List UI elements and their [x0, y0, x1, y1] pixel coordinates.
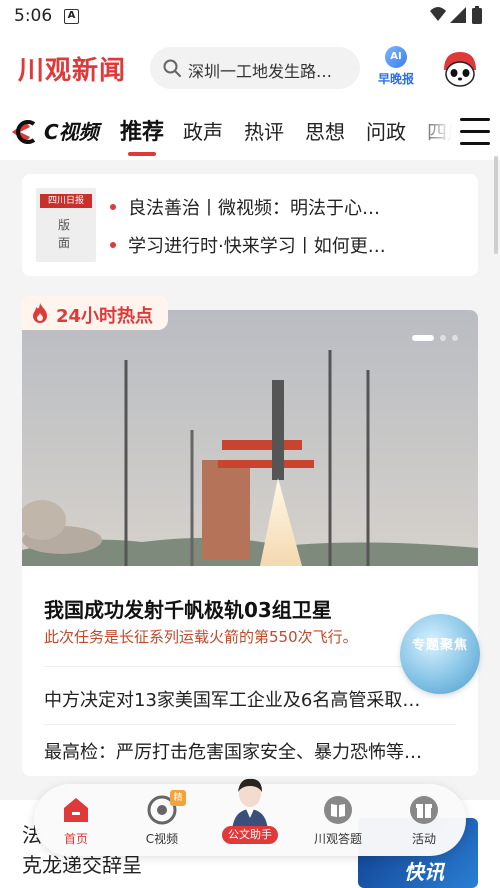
gift-icon [410, 796, 438, 824]
edition-headline-1[interactable]: 良法善治丨微视频：明法于心… [110, 194, 466, 220]
flame-icon [33, 303, 47, 323]
divider [44, 724, 456, 725]
quiz-book-icon [324, 796, 352, 824]
nav-c-video-label: C视频 [145, 832, 179, 846]
assistant-avatar-icon [232, 778, 268, 830]
channel-tabs: C视频 推荐 政声 热评 思想 问政 四川 [0, 104, 500, 160]
tab-fade [412, 104, 452, 160]
app-header: 川观新闻 深圳一工地发生路… AI 早晚报 [0, 34, 500, 104]
home-icon [64, 798, 88, 822]
active-tab-indicator [128, 152, 156, 156]
user-avatar[interactable] [440, 48, 480, 88]
bullet-dot-icon [110, 204, 116, 210]
edition-headline-2[interactable]: 学习进行时·快来学习丨如何更… [110, 232, 466, 258]
notification-a-icon: A [64, 9, 79, 24]
c-video-label: C视频 [44, 120, 99, 144]
newspaper-masthead: 四川日报 [40, 194, 92, 208]
ai-badge-icon: AI [385, 46, 407, 68]
newspaper-sub: 版面 [58, 218, 71, 250]
bottom-navigation: 首页 精 C视频 公文助手 川观答题 活动 [34, 778, 466, 856]
hot-24h-label: 24小时热点 [56, 306, 154, 327]
bullet-dot-icon [110, 242, 116, 248]
search-placeholder: 深圳一工地发生路… [188, 62, 333, 81]
status-icons [430, 6, 482, 24]
nav-activity-label: 活动 [411, 832, 436, 846]
menu-icon [460, 118, 490, 121]
newspaper-thumbnail[interactable]: 四川日报 版面 [36, 188, 96, 262]
search-icon [163, 59, 181, 77]
search-bar[interactable]: 深圳一工地发生路… [150, 47, 360, 89]
nav-home[interactable]: 首页 [40, 792, 112, 850]
ai-label: 早晚报 [377, 72, 414, 86]
scrollbar[interactable] [494, 156, 498, 254]
divider [44, 666, 456, 667]
wifi-icon [430, 7, 446, 21]
status-time: 5:06 [14, 6, 53, 26]
hot-news-card: 我国成功发射千帆极轨03组卫星 此次任务是长征系列运载火箭的第550次飞行。 中… [22, 310, 478, 776]
newspaper-edition-card[interactable]: 四川日报 版面 良法善治丨微视频：明法于心… 学习进行时·快来学习丨如何更… [22, 174, 478, 276]
nav-document-assistant[interactable]: 公文助手 [218, 776, 282, 850]
status-bar: 5:06 A [0, 0, 500, 34]
battery-icon [472, 8, 482, 24]
nav-quiz-label: 川观答题 [313, 832, 362, 846]
tab-repin[interactable]: 热评 [244, 116, 284, 145]
channel-menu-button[interactable] [452, 104, 500, 160]
tab-recommend[interactable]: 推荐 [120, 114, 164, 146]
nav-assistant-label: 公文助手 [222, 826, 278, 844]
tab-sixiang[interactable]: 思想 [305, 116, 345, 145]
nav-home-label: 首页 [63, 832, 88, 846]
tab-wenzheng[interactable]: 问政 [366, 116, 406, 145]
featured-badge: 精 [170, 790, 186, 806]
nav-quiz[interactable]: 川观答题 [302, 792, 374, 850]
hot-news-item-2[interactable]: 最高检：严厉打击危害国家安全、暴力恐怖等… [44, 738, 456, 764]
app-logo[interactable]: 川观新闻 [18, 50, 126, 87]
rocket-launch-image[interactable] [22, 310, 478, 566]
c-video-tab[interactable]: C视频 [8, 118, 108, 146]
hot-24h-tag: 24小时热点 [22, 296, 168, 330]
hot-news-item-1[interactable]: 中方决定对13家美国军工企业及6名高管采取… [44, 686, 456, 712]
signal-icon [450, 7, 466, 23]
lead-story-subtitle: 此次任务是长征系列运载火箭的第550次飞行。 [44, 628, 358, 646]
kuaixun-label: 快讯 [404, 860, 444, 884]
floating-topic-ball[interactable]: 专题聚焦 [400, 614, 480, 694]
nav-c-video[interactable]: 精 C视频 [126, 790, 198, 850]
c-video-logo-icon [12, 120, 36, 144]
lead-story-title[interactable]: 我国成功发射千帆极轨03组卫星 [44, 594, 332, 623]
floating-topic-label: 专题聚焦 [411, 638, 468, 653]
ai-morning-evening-button[interactable]: AI 早晚报 [370, 44, 422, 94]
tab-zhengsheng[interactable]: 政声 [183, 116, 223, 145]
nav-activity[interactable]: 活动 [388, 792, 460, 850]
carousel-indicator[interactable] [406, 326, 458, 341]
